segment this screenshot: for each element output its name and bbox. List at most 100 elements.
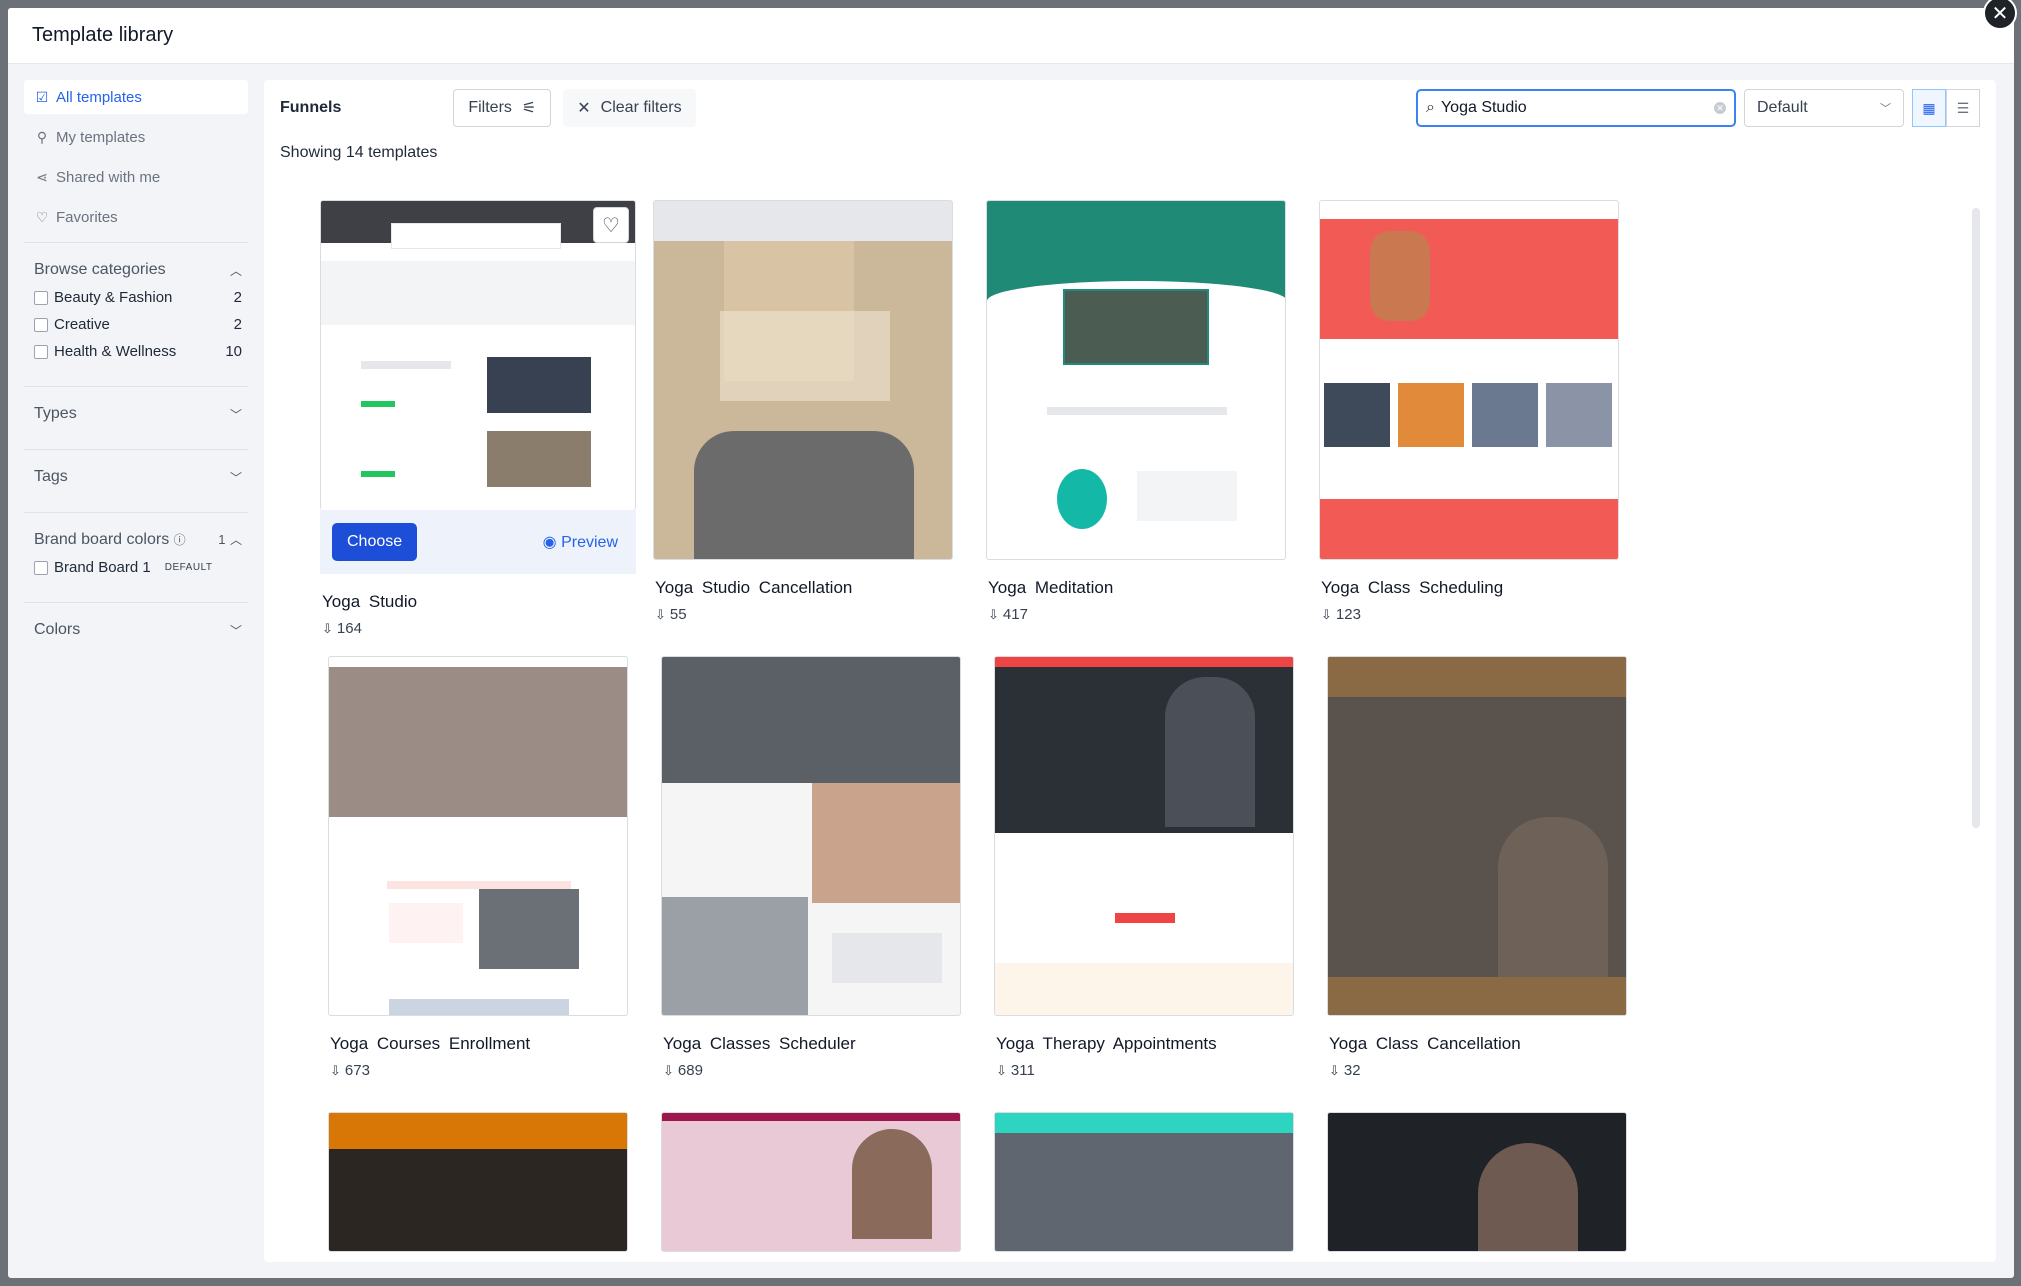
template-card[interactable]: Yoga Therapy Appointments ⇩ 311 <box>994 656 1294 1079</box>
search-icon: ⌕ <box>1426 99 1435 116</box>
download-value: 417 <box>1002 606 1028 623</box>
download-value: 311 <box>1010 1062 1035 1079</box>
preview-label: Preview <box>561 534 618 551</box>
download-icon: ⇩ <box>988 606 999 622</box>
clear-filters-button[interactable]: ✕ Clear filters <box>563 89 696 127</box>
filters-button[interactable]: Filters ⚟ <box>453 89 552 127</box>
download-icon: ⇩ <box>663 1062 674 1078</box>
template-card[interactable] <box>1327 1112 1627 1252</box>
brand-board-item[interactable]: Brand Board 1 DEFAULT <box>34 559 242 576</box>
nav-label: My templates <box>56 128 146 146</box>
nav-shared-with-me[interactable]: ⋖ Shared with me <box>24 160 248 194</box>
card-actions: Choose ◉ Preview <box>320 510 636 574</box>
download-count: ⇩ 123 <box>1319 606 1619 623</box>
category-count: 2 <box>233 316 242 333</box>
download-count: ⇩ 164 <box>320 620 620 637</box>
main-panel: Funnels Filters ⚟ ✕ Clear filters ⌕ Yoga St… <box>264 80 1996 1262</box>
checkbox[interactable] <box>34 344 48 359</box>
template-card[interactable] <box>328 1112 628 1252</box>
template-thumbnail <box>994 1112 1294 1252</box>
colors-section[interactable]: Colors ﹀ <box>24 602 248 657</box>
template-card[interactable]: Yoga Class Cancellation ⇩ 32 <box>1327 656 1627 1079</box>
template-card[interactable]: Yoga Meditation ⇩ 417 <box>986 200 1286 623</box>
types-section[interactable]: Types ﹀ <box>24 386 248 441</box>
category-health-wellness[interactable]: Health & Wellness 10 <box>34 343 242 360</box>
section-title: Browse categories <box>34 261 166 278</box>
template-card[interactable]: Yoga Classes Scheduler ⇩ 689 <box>661 656 961 1079</box>
download-count: ⇩ 311 <box>994 1062 1294 1079</box>
checkbox[interactable] <box>34 560 48 575</box>
grid-view-icon[interactable]: ▦ <box>1912 89 1946 127</box>
heart-icon: ♡ <box>35 208 49 225</box>
nav-label: Favorites <box>56 208 118 226</box>
nav-my-templates[interactable]: ⚲ My templates <box>24 120 248 154</box>
download-icon: ⇩ <box>996 1062 1007 1078</box>
sort-select[interactable]: Default ﹀ <box>1744 89 1904 127</box>
template-name: Yoga Class Scheduling <box>1321 578 1504 597</box>
section-title: Brand board colors <box>34 531 170 548</box>
chevron-up-icon: ︿ <box>229 263 242 278</box>
default-badge: DEFAULT <box>164 562 213 573</box>
preview-button[interactable]: ◉ Preview <box>543 532 618 552</box>
download-value: 32 <box>1343 1062 1361 1079</box>
template-card[interactable]: ♡ Choose ◉ Preview Yoga Studio ⇩ 164 <box>320 200 636 637</box>
checkbox[interactable] <box>34 317 48 332</box>
download-icon: ⇩ <box>322 620 333 636</box>
download-count: ⇩ 417 <box>986 606 1286 623</box>
template-thumbnail <box>1327 1112 1627 1252</box>
browse-categories-section: Browse categories ︿ Beauty & Fashion 2 Cre… <box>24 242 248 378</box>
clear-search-icon[interactable]: ✕ <box>1714 102 1726 114</box>
list-view-icon[interactable]: ☰ <box>1946 89 1980 127</box>
template-library-modal: Template library ☑ All templates ⚲ My temp… <box>8 8 2014 1278</box>
template-thumbnail <box>1327 656 1627 1016</box>
nav-label: Shared with me <box>56 168 161 186</box>
user-icon: ⚲ <box>36 128 48 145</box>
section-title: Tags <box>34 468 68 485</box>
brand-board-section: Brand board colors ⓘ 1 ︿ Brand Board 1 DEF… <box>24 512 248 594</box>
sidebar: ☑ All templates ⚲ My templates ⋖ Shared wit… <box>24 80 248 657</box>
download-value: 164 <box>336 620 362 637</box>
template-thumbnail <box>328 656 628 1016</box>
sliders-icon: ⚟ <box>521 100 537 117</box>
modal-title: Template library <box>32 24 174 46</box>
template-thumbnail <box>661 1112 961 1252</box>
search-input[interactable]: ⌕ Yoga Studio ✕ <box>1416 89 1736 127</box>
category-creative[interactable]: Creative 2 <box>34 316 242 333</box>
template-card[interactable]: Yoga Studio Cancellation ⇩ 55 <box>653 200 953 623</box>
template-name: Yoga Therapy Appointments <box>996 1034 1217 1053</box>
category-label: Beauty & Fashion <box>54 289 173 306</box>
eye-icon: ◉ <box>542 534 557 551</box>
category-beauty-fashion[interactable]: Beauty & Fashion 2 <box>34 289 242 306</box>
category-count: 2 <box>233 289 242 306</box>
template-card[interactable]: Yoga Courses Enrollment ⇩ 673 <box>328 656 628 1079</box>
clear-filters-label: Clear filters <box>600 99 682 116</box>
favorite-heart-icon[interactable]: ♡ <box>593 207 629 243</box>
modal-header: Template library <box>8 8 2014 64</box>
tags-section[interactable]: Tags ﹀ <box>24 449 248 504</box>
template-name: Yoga Class Cancellation <box>1329 1034 1521 1053</box>
chevron-down-icon: ﹀ <box>229 470 242 485</box>
download-count: ⇩ 32 <box>1327 1062 1627 1079</box>
template-thumbnail <box>661 656 961 1016</box>
search-value: Yoga Studio <box>1440 99 1527 116</box>
scrollbar[interactable] <box>1972 208 1980 828</box>
nav-favorites[interactable]: ♡ Favorites <box>24 200 248 234</box>
category-label: Creative <box>54 316 110 333</box>
template-card[interactable] <box>661 1112 961 1252</box>
browse-categories-header[interactable]: Browse categories ︿ <box>34 261 242 279</box>
download-icon: ⇩ <box>655 606 666 622</box>
section-title: Colors <box>34 621 81 638</box>
sort-value: Default <box>1757 99 1808 116</box>
download-value: 55 <box>669 606 687 623</box>
template-name: Yoga Studio Cancellation <box>655 578 853 597</box>
chevron-down-icon: ﹀ <box>229 407 242 422</box>
info-icon: ⓘ <box>173 533 186 547</box>
choose-button[interactable]: Choose <box>332 523 418 561</box>
template-card[interactable]: Yoga Class Scheduling ⇩ 123 <box>1319 200 1619 623</box>
brand-board-header[interactable]: Brand board colors ⓘ 1 ︿ <box>34 531 242 549</box>
template-thumbnail <box>653 200 953 560</box>
close-icon: ✕ <box>577 100 591 117</box>
template-card[interactable] <box>994 1112 1294 1252</box>
nav-all-templates[interactable]: ☑ All templates <box>24 80 248 114</box>
checkbox[interactable] <box>34 290 48 305</box>
